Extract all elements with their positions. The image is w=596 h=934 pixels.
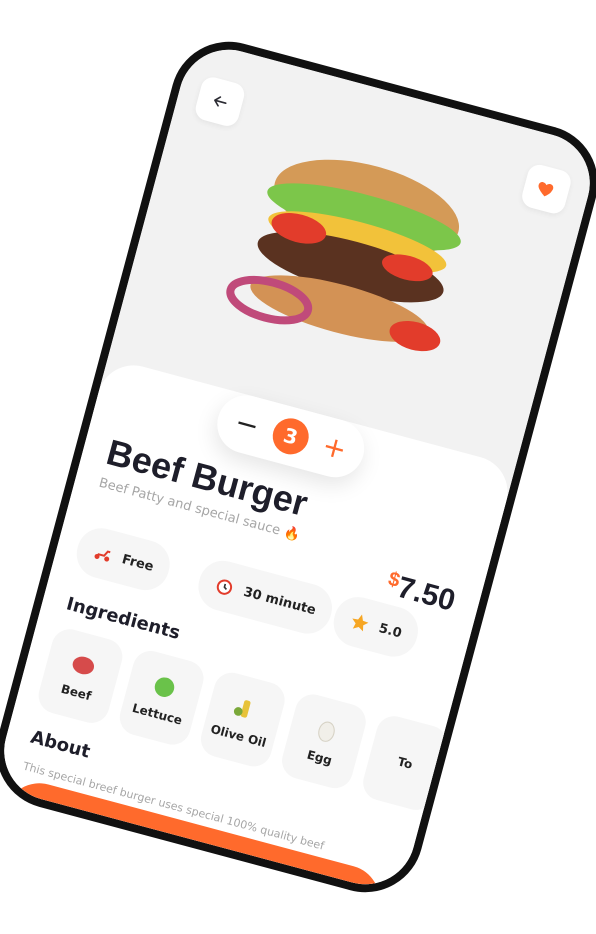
ingredient-label: Lettuce — [130, 700, 184, 728]
ingredient-card[interactable]: Egg — [278, 690, 370, 793]
ingredient-label: Egg — [305, 747, 334, 768]
egg-icon — [318, 721, 335, 742]
ingredient-label: Beef — [59, 681, 93, 704]
phone-frame: − 3 + Beef Burger Beef Patty and special… — [0, 28, 596, 906]
steak-icon — [72, 656, 95, 675]
ingredient-card[interactable]: Olive Oil — [196, 668, 289, 771]
ingredient-card[interactable]: To — [359, 712, 451, 814]
ingredient-label: Olive Oil — [209, 721, 268, 751]
lettuce-icon — [154, 677, 175, 697]
time-label: 30 minute — [242, 584, 318, 618]
quantity-value: 3 — [268, 414, 313, 459]
star-icon — [352, 614, 369, 632]
decrease-button[interactable]: − — [232, 405, 263, 443]
ingredient-label: To — [396, 754, 415, 772]
ingredient-card[interactable]: Lettuce — [115, 646, 208, 749]
heart-icon — [538, 182, 554, 197]
cart-icon — [96, 825, 113, 845]
rating-label: 5.0 — [377, 620, 404, 641]
delivery-label: Free — [120, 551, 156, 575]
arrow-left-icon — [214, 96, 227, 107]
scooter-icon — [94, 550, 111, 562]
olive-oil-icon — [233, 700, 251, 718]
increase-button[interactable]: + — [319, 429, 350, 467]
alarm-clock-icon — [216, 579, 233, 595]
